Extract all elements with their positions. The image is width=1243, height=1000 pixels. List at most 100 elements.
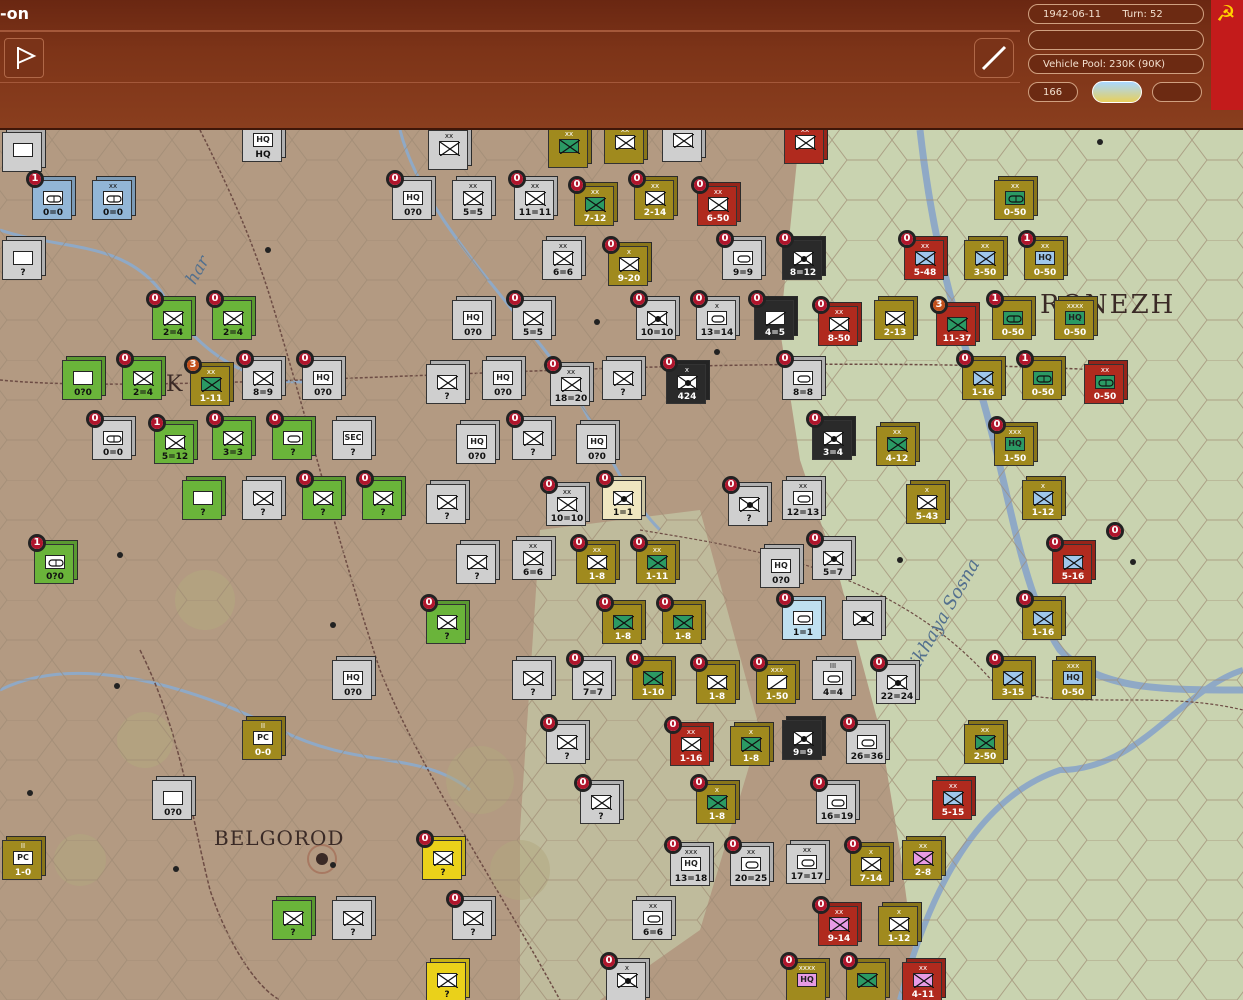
unit-counter[interactable]: x 5-43: [906, 480, 950, 524]
unit-counter[interactable]: ?: [602, 356, 646, 400]
unit-counter[interactable]: 16=19 0: [810, 774, 860, 824]
flag-button[interactable]: [4, 38, 44, 78]
unit-counter[interactable]: 5=5 0: [506, 290, 556, 340]
unit-counter[interactable]: xx 6=6: [632, 896, 676, 940]
unit-counter[interactable]: 22=24 0: [870, 654, 920, 704]
unit-counter[interactable]: 8=9 0: [236, 350, 286, 400]
unit-counter[interactable]: 1=1 0: [776, 590, 826, 640]
unit-counter[interactable]: x 9-20 0: [602, 236, 652, 286]
unit-counter[interactable]: x 1-8 0: [690, 774, 740, 824]
marker-badge[interactable]: 0: [1106, 522, 1152, 572]
unit-counter[interactable]: 1-8 0: [690, 654, 740, 704]
unit-counter[interactable]: xx 17=17: [786, 840, 830, 884]
unit-counter[interactable]: ?: [456, 540, 500, 584]
unit-counter[interactable]: xx 20=25 0: [724, 836, 774, 886]
unit-counter[interactable]: xx: [604, 130, 648, 164]
unit-counter[interactable]: ? 0: [420, 594, 470, 644]
unit-counter[interactable]: HQ 0?0: [482, 356, 526, 400]
unit-counter[interactable]: 5-16 0: [1046, 534, 1096, 584]
unit-counter[interactable]: ?: [332, 896, 376, 940]
unit-counter[interactable]: 8=12 0: [776, 230, 826, 280]
unit-counter[interactable]: xx 6=6: [512, 536, 556, 580]
unit-counter[interactable]: ?: [2, 236, 46, 280]
unit-counter[interactable]: ?: [426, 360, 470, 404]
unit-counter[interactable]: xx 6-50 0: [691, 176, 741, 226]
unit-counter[interactable]: xx 5-48 0: [898, 230, 948, 280]
unit-counter[interactable]: ?: [426, 958, 470, 1000]
unit-counter[interactable]: ? 0: [540, 714, 590, 764]
unit-counter[interactable]: x0: [600, 952, 650, 1000]
unit-counter[interactable]: II PC 0-0: [242, 716, 286, 760]
unit-counter[interactable]: xxx HQ 0-50: [1052, 656, 1096, 700]
unit-counter[interactable]: 26=36 0: [840, 714, 890, 764]
unit-counter[interactable]: 9=9: [782, 716, 826, 760]
unit-counter[interactable]: 0-50 1: [1016, 350, 1066, 400]
unit-counter[interactable]: HQ 0?0: [332, 656, 376, 700]
unit-counter[interactable]: 1-16 0: [1016, 590, 1066, 640]
unit-counter[interactable]: 10=10 0: [630, 290, 680, 340]
unit-counter[interactable]: x 1-8: [730, 722, 774, 766]
unit-counter[interactable]: xx 4-12: [876, 422, 920, 466]
unit-counter[interactable]: xx 9-14 0: [812, 896, 862, 946]
unit-counter[interactable]: xx 3-50: [964, 236, 1008, 280]
unit-counter[interactable]: 2-13: [874, 296, 918, 340]
unit-counter[interactable]: 1-8 0: [596, 594, 646, 644]
unit-counter[interactable]: xxxx HQ 0-50: [1054, 296, 1098, 340]
unit-counter[interactable]: 9=9 0: [716, 230, 766, 280]
unit-counter[interactable]: xx 0-50: [994, 176, 1038, 220]
unit-counter[interactable]: xx: [784, 130, 828, 164]
unit-counter[interactable]: III 4=4: [812, 656, 856, 700]
unit-counter[interactable]: xxx 1-50 0: [750, 654, 800, 704]
clear-weather-icon[interactable]: [1092, 81, 1142, 103]
unit-counter[interactable]: xx 10=10 0: [540, 476, 590, 526]
unit-counter[interactable]: 0-50 1: [986, 290, 1036, 340]
unit-counter[interactable]: xx 1-11 0: [630, 534, 680, 584]
unit-counter[interactable]: x 424 0: [660, 354, 710, 404]
unit-counter[interactable]: ?: [512, 656, 556, 700]
hex-map[interactable]: BELGOROD RONEZH Tikhaya Sosna har K HQ HQ…: [0, 130, 1243, 1000]
unit-counter[interactable]: 3-15 0: [986, 650, 1036, 700]
unit-counter[interactable]: ? 0: [416, 830, 466, 880]
unit-counter[interactable]: xx: [428, 130, 472, 170]
unit-counter[interactable]: [2, 130, 46, 172]
unit-counter[interactable]: 5=7 0: [806, 530, 856, 580]
unit-counter[interactable]: ? 0: [574, 774, 624, 824]
unit-counter[interactable]: xx 1-16 0: [664, 716, 714, 766]
unit-counter[interactable]: xxx HQ 1-50 0: [988, 416, 1038, 466]
unit-counter[interactable]: xx 7-12 0: [568, 176, 618, 226]
unit-counter[interactable]: 0?0: [62, 356, 106, 400]
unit-counter[interactable]: HQ 0?0 0: [296, 350, 346, 400]
unit-counter[interactable]: 8=8 0: [776, 350, 826, 400]
unit-counter[interactable]: HQ 0?0: [452, 296, 496, 340]
unit-counter[interactable]: 2=4 0: [116, 350, 166, 400]
unit-counter[interactable]: 1=1 0: [596, 470, 646, 520]
unit-counter[interactable]: ? 0: [356, 470, 406, 520]
unit-counter[interactable]: 4=5 0: [748, 290, 798, 340]
unit-counter[interactable]: xx 1-8 0: [570, 534, 620, 584]
unit-counter[interactable]: HQ 0?0 0: [386, 170, 436, 220]
unit-counter[interactable]: x 1-12: [878, 902, 922, 946]
unit-counter[interactable]: 11-37 3: [930, 296, 980, 346]
unit-counter[interactable]: x 13=14 0: [690, 290, 740, 340]
unit-counter[interactable]: 0=0 0: [86, 410, 136, 460]
unit-counter[interactable]: 0=0 1: [26, 170, 76, 220]
unit-counter[interactable]: xx HQ 0-50 1: [1018, 230, 1068, 280]
unit-counter[interactable]: xx 5-15: [932, 776, 976, 820]
unit-counter[interactable]: ? 0: [722, 476, 772, 526]
unit-counter[interactable]: 0?0: [152, 776, 196, 820]
empty-status-pill[interactable]: [1152, 82, 1202, 102]
unit-counter[interactable]: xx 5=5: [452, 176, 496, 220]
unit-counter[interactable]: xx 18=20 0: [544, 356, 594, 406]
unit-counter[interactable]: ?: [182, 476, 226, 520]
unit-counter[interactable]: 1-8 0: [656, 594, 706, 644]
unit-counter[interactable]: [662, 130, 706, 162]
unit-counter[interactable]: x 1-12: [1022, 476, 1066, 520]
unit-counter[interactable]: 7=7 0: [566, 650, 616, 700]
unit-counter[interactable]: xx 4-11: [902, 958, 946, 1000]
unit-counter[interactable]: xxx HQ 13=18 0: [664, 836, 714, 886]
unit-counter[interactable]: xx 0=0: [92, 176, 136, 220]
unit-counter[interactable]: xx 2-14 0: [628, 170, 678, 220]
unit-counter[interactable]: xxxx HQ 0: [780, 952, 830, 1000]
unit-counter[interactable]: xx 0-50: [1084, 360, 1128, 404]
unit-counter[interactable]: xx 6=6: [542, 236, 586, 280]
